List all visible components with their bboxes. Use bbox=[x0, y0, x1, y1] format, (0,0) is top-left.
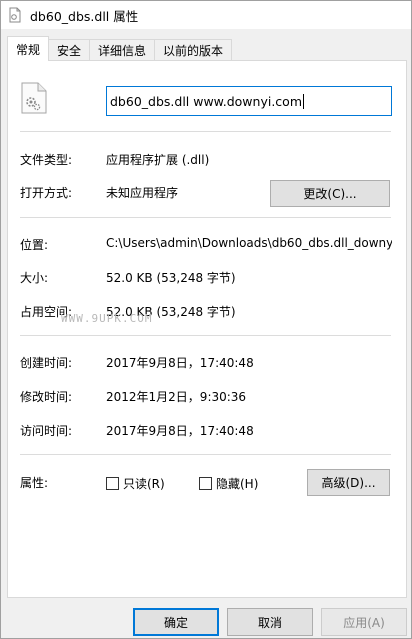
advanced-button[interactable]: 高级(D)... bbox=[307, 469, 390, 496]
size-value: 52.0 KB (53,248 字节) bbox=[106, 271, 236, 285]
readonly-label: 只读(R) bbox=[123, 477, 165, 491]
divider bbox=[20, 335, 391, 336]
ok-button[interactable]: 确定 bbox=[133, 608, 219, 636]
watermark-text: WWW.9UPK.COM bbox=[61, 312, 153, 325]
tab-details[interactable]: 详细信息 bbox=[89, 39, 156, 61]
file-properties-icon bbox=[7, 7, 23, 23]
file-name-input[interactable]: db60_dbs.dll www.downyi.com bbox=[106, 86, 392, 116]
tab-general[interactable]: 常规 bbox=[7, 36, 50, 61]
cancel-button[interactable]: 取消 bbox=[227, 608, 313, 636]
window-title: db60_dbs.dll 属性 bbox=[30, 8, 139, 24]
divider bbox=[20, 454, 391, 455]
file-type-value: 应用程序扩展 (.dll) bbox=[106, 153, 210, 167]
opens-with-value: 未知应用程序 bbox=[106, 186, 179, 200]
created-value: 2017年9月8日，17:40:48 bbox=[106, 356, 254, 370]
accessed-value: 2017年9月8日，17:40:48 bbox=[106, 424, 254, 438]
location-value: C:\Users\admin\Downloads\db60_dbs.dll_do… bbox=[106, 236, 392, 250]
change-button[interactable]: 更改(C)... bbox=[270, 180, 390, 207]
general-panel: db60_dbs.dll www.downyi.com 文件类型: 应用程序扩展… bbox=[7, 60, 407, 598]
attributes-label: 属性: bbox=[20, 476, 49, 490]
text-caret bbox=[303, 93, 304, 109]
hidden-label: 隐藏(H) bbox=[216, 477, 259, 491]
file-name-text: db60_dbs.dll www.downyi.com bbox=[110, 93, 302, 109]
hidden-checkbox[interactable]: 隐藏(H) bbox=[199, 475, 258, 492]
apply-button[interactable]: 应用(A) bbox=[321, 608, 407, 636]
tab-previous-versions[interactable]: 以前的版本 bbox=[154, 39, 233, 61]
modified-label: 修改时间: bbox=[20, 390, 73, 404]
location-label: 位置: bbox=[20, 238, 49, 252]
title-bar: db60_dbs.dll 属性 bbox=[1, 1, 411, 29]
checkbox-box[interactable] bbox=[199, 477, 212, 490]
properties-dialog: db60_dbs.dll 属性 常规 安全 详细信息 以前的版本 db60_db… bbox=[0, 0, 412, 639]
divider bbox=[20, 217, 391, 218]
opens-with-label: 打开方式: bbox=[20, 186, 73, 200]
tab-strip: 常规 安全 详细信息 以前的版本 bbox=[7, 36, 407, 61]
file-type-label: 文件类型: bbox=[20, 153, 73, 167]
accessed-label: 访问时间: bbox=[20, 424, 73, 438]
readonly-checkbox[interactable]: 只读(R) bbox=[106, 475, 165, 492]
modified-value: 2012年1月2日，9:30:36 bbox=[106, 390, 247, 404]
checkbox-box[interactable] bbox=[106, 477, 119, 490]
size-label: 大小: bbox=[20, 271, 49, 285]
tab-security[interactable]: 安全 bbox=[48, 39, 91, 61]
created-label: 创建时间: bbox=[20, 356, 73, 370]
divider bbox=[20, 131, 391, 132]
dll-file-icon bbox=[21, 82, 47, 114]
